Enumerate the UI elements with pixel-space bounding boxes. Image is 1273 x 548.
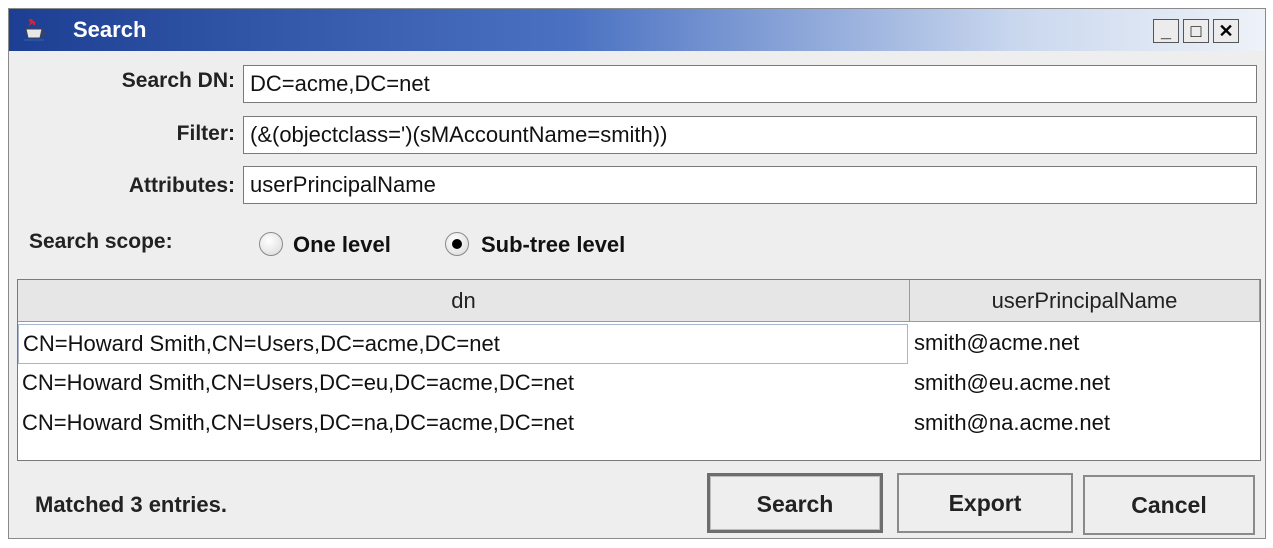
one-level-radio[interactable]	[259, 232, 283, 256]
table-row[interactable]: CN=Howard Smith,CN=Users,DC=eu,DC=acme,D…	[18, 364, 1260, 404]
results-table: dn userPrincipalName CN=Howard Smith,CN=…	[17, 279, 1261, 461]
window-title: Search	[73, 17, 147, 42]
dn-cell[interactable]: CN=Howard Smith,CN=Users,DC=na,DC=acme,D…	[18, 404, 908, 444]
sub-tree-level-label[interactable]: Sub-tree level	[481, 232, 625, 258]
title-bar[interactable]: Search _ □ ✕	[9, 9, 1265, 51]
filter-label: Filter:	[176, 122, 235, 145]
one-level-label[interactable]: One level	[293, 232, 391, 258]
upn-cell[interactable]: smith@eu.acme.net	[910, 364, 1260, 404]
java-cup-icon	[24, 18, 46, 41]
maximize-button[interactable]: □	[1183, 19, 1209, 43]
table-row[interactable]: CN=Howard Smith,CN=Users,DC=na,DC=acme,D…	[18, 404, 1260, 444]
upn-cell[interactable]: smith@acme.net	[910, 324, 1260, 364]
upn-cell[interactable]: smith@na.acme.net	[910, 404, 1260, 444]
attributes-label: Attributes:	[128, 174, 235, 197]
search-button[interactable]: Search	[707, 473, 883, 533]
status-text: Matched 3 entries.	[35, 492, 227, 517]
dn-cell[interactable]: CN=Howard Smith,CN=Users,DC=eu,DC=acme,D…	[18, 364, 908, 404]
column-header-userprincipalname[interactable]: userPrincipalName	[910, 280, 1260, 322]
close-button[interactable]: ✕	[1213, 19, 1239, 43]
export-button[interactable]: Export	[897, 473, 1073, 533]
dn-cell[interactable]: CN=Howard Smith,CN=Users,DC=acme,DC=net	[18, 324, 908, 364]
minimize-button[interactable]: _	[1153, 19, 1179, 43]
search-scope-label: Search scope:	[29, 230, 173, 253]
cancel-button[interactable]: Cancel	[1083, 475, 1255, 535]
sub-tree-level-radio[interactable]	[445, 232, 469, 256]
search-dn-field[interactable]: DC=acme,DC=net	[243, 65, 1257, 103]
table-row[interactable]: CN=Howard Smith,CN=Users,DC=acme,DC=net …	[18, 324, 1260, 364]
search-dialog: Search _ □ ✕ Search DN: DC=acme,DC=net F…	[8, 8, 1266, 539]
attributes-field[interactable]: userPrincipalName	[243, 166, 1257, 204]
column-header-dn[interactable]: dn	[18, 280, 910, 322]
search-dn-label: Search DN:	[121, 69, 235, 92]
filter-field[interactable]: (&(objectclass=')(sMAccountName=smith))	[243, 116, 1257, 154]
